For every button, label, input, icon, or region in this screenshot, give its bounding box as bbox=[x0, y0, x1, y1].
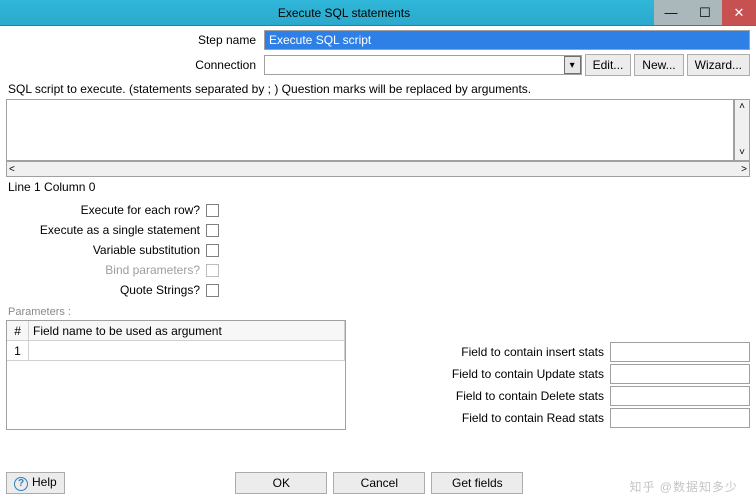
window-title: Execute SQL statements bbox=[34, 6, 654, 20]
table-row[interactable]: 1 bbox=[7, 341, 345, 361]
step-name-label: Step name bbox=[6, 33, 264, 47]
bind-params-label: Bind parameters? bbox=[8, 263, 206, 277]
var-sub-label: Variable substitution bbox=[8, 243, 206, 257]
exec-each-row-label: Execute for each row? bbox=[8, 203, 206, 217]
parameters-header: Parameters : bbox=[8, 306, 750, 318]
button-bar: ?Help OK Cancel Get fields bbox=[6, 472, 750, 494]
exec-single-label: Execute as a single statement bbox=[8, 223, 206, 237]
parameters-table[interactable]: # Field name to be used as argument 1 bbox=[6, 320, 346, 430]
update-stats-label: Field to contain Update stats bbox=[452, 367, 610, 381]
column-field-header: Field name to be used as argument bbox=[29, 321, 345, 340]
scroll-up-icon[interactable]: ˄ bbox=[735, 100, 749, 114]
get-fields-button[interactable]: Get fields bbox=[431, 472, 523, 494]
var-sub-checkbox[interactable] bbox=[206, 244, 219, 257]
scroll-down-icon[interactable]: ˅ bbox=[735, 146, 749, 160]
bind-params-checkbox bbox=[206, 264, 219, 277]
wizard-button[interactable]: Wizard... bbox=[687, 54, 750, 76]
quote-strings-label: Quote Strings? bbox=[8, 283, 206, 297]
close-button[interactable]: ✕ bbox=[722, 0, 756, 25]
delete-stats-label: Field to contain Delete stats bbox=[456, 389, 610, 403]
step-name-input[interactable] bbox=[264, 30, 750, 50]
exec-single-checkbox[interactable] bbox=[206, 224, 219, 237]
stats-fields: Field to contain insert stats Field to c… bbox=[366, 320, 750, 430]
column-index-header: # bbox=[7, 321, 29, 340]
options-group: Execute for each row? Execute as a singl… bbox=[8, 200, 750, 300]
scroll-left-icon[interactable]: < bbox=[9, 164, 15, 175]
script-note-label: SQL script to execute. (statements separ… bbox=[8, 82, 750, 96]
cancel-button[interactable]: Cancel bbox=[333, 472, 425, 494]
sql-script-textarea[interactable] bbox=[6, 99, 734, 161]
chevron-down-icon[interactable]: ▾ bbox=[564, 56, 581, 74]
connection-label: Connection bbox=[6, 58, 264, 72]
maximize-button[interactable]: ☐ bbox=[688, 0, 722, 25]
row-field-cell[interactable] bbox=[29, 341, 345, 360]
edit-button[interactable]: Edit... bbox=[585, 54, 632, 76]
help-button[interactable]: ?Help bbox=[6, 472, 65, 494]
insert-stats-input[interactable] bbox=[610, 342, 750, 362]
read-stats-label: Field to contain Read stats bbox=[462, 411, 610, 425]
client-area: Step name Connection ▾ Edit... New... Wi… bbox=[0, 26, 756, 436]
vertical-scrollbar[interactable]: ˄ ˅ bbox=[734, 99, 750, 161]
new-button[interactable]: New... bbox=[634, 54, 683, 76]
scroll-right-icon[interactable]: > bbox=[741, 164, 747, 175]
quote-strings-checkbox[interactable] bbox=[206, 284, 219, 297]
connection-input[interactable] bbox=[264, 55, 582, 75]
insert-stats-label: Field to contain insert stats bbox=[461, 345, 610, 359]
table-header: # Field name to be used as argument bbox=[7, 321, 345, 341]
connection-combo[interactable]: ▾ bbox=[264, 55, 582, 75]
title-bar: Execute SQL statements — ☐ ✕ bbox=[0, 0, 756, 26]
cursor-status: Line 1 Column 0 bbox=[6, 179, 750, 200]
update-stats-input[interactable] bbox=[610, 364, 750, 384]
row-index: 1 bbox=[7, 341, 29, 360]
ok-button[interactable]: OK bbox=[235, 472, 327, 494]
minimize-button[interactable]: — bbox=[654, 0, 688, 25]
help-icon: ? bbox=[14, 477, 28, 491]
read-stats-input[interactable] bbox=[610, 408, 750, 428]
horizontal-scrollbar[interactable]: < > bbox=[6, 161, 750, 177]
exec-each-row-checkbox[interactable] bbox=[206, 204, 219, 217]
delete-stats-input[interactable] bbox=[610, 386, 750, 406]
